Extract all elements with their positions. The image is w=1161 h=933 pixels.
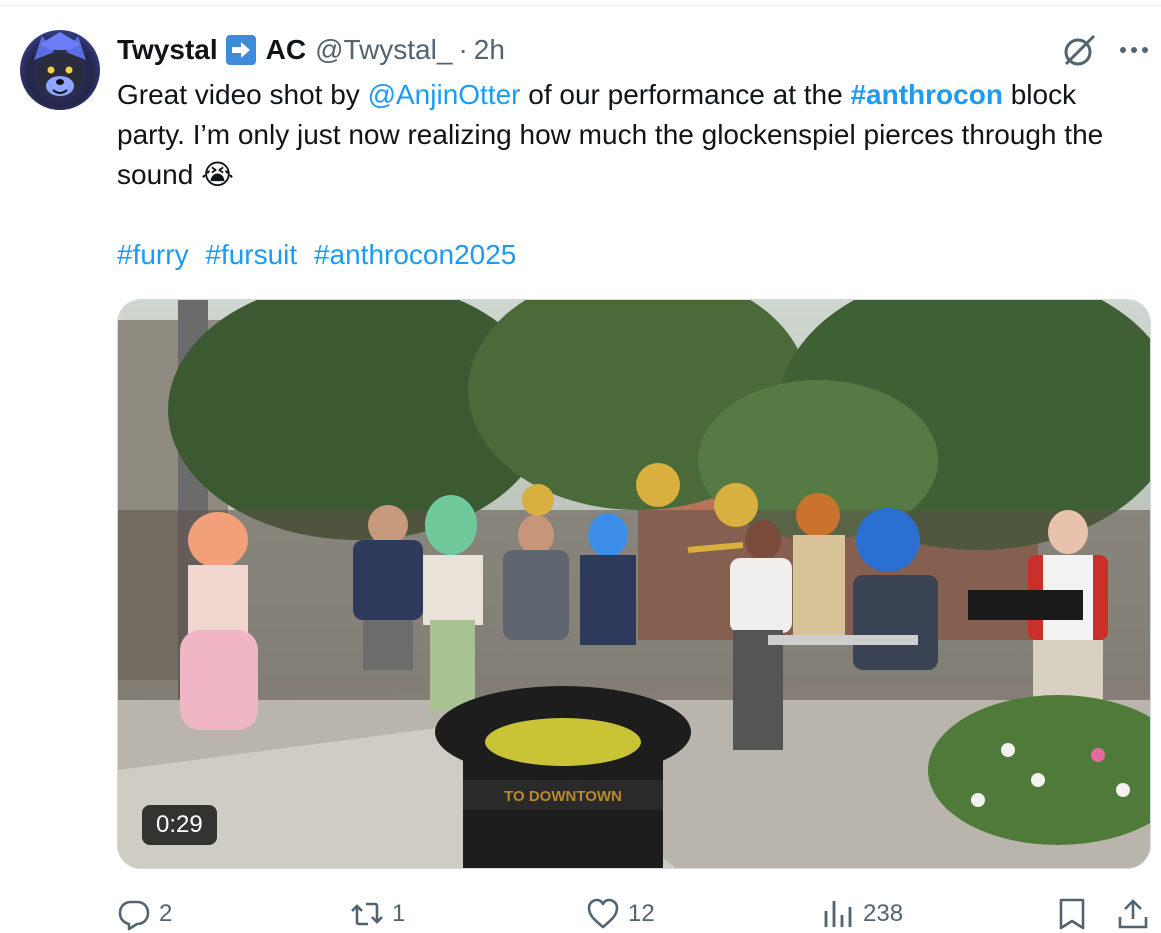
top-divider	[0, 5, 1161, 6]
reply-count: 2	[159, 900, 173, 927]
tweet-text-segment: Great video shot by	[117, 79, 368, 110]
views-icon	[824, 901, 852, 927]
share-button[interactable]	[1116, 890, 1150, 933]
hashtag-anthrocon[interactable]: #anthrocon	[850, 79, 1002, 110]
avatar-image	[34, 32, 86, 96]
performer-orange-fursuit	[793, 493, 845, 635]
bookmark-icon	[1059, 898, 1085, 930]
hashtag-furry[interactable]: #furry	[117, 239, 189, 270]
video-duration: 0:29	[142, 805, 217, 845]
tweet-timestamp[interactable]: 2h	[474, 34, 505, 66]
repost-icon	[351, 902, 383, 926]
trash-can-sign: TO DOWNTOWN	[504, 788, 622, 805]
view-count: 238	[863, 900, 904, 927]
tweet-text-segment: of our performance at the	[520, 79, 851, 110]
tweet-header: Twystal AC @Twystal_ · 2h	[117, 30, 505, 70]
video-player[interactable]: TO DOWNTOWN 0:29	[117, 299, 1151, 869]
views-button[interactable]: 238	[821, 890, 903, 933]
author-handle[interactable]: @Twystal_	[315, 34, 452, 66]
arrow-right-icon	[225, 35, 256, 65]
hashtag-anthrocon2025[interactable]: #anthrocon2025	[314, 239, 516, 270]
avatar[interactable]	[20, 30, 100, 110]
heart-icon	[587, 898, 619, 929]
more-icon[interactable]	[1117, 40, 1151, 60]
crying-face-emoji: 😭	[201, 159, 234, 190]
performer-blue-fursuit	[580, 513, 636, 645]
author-name[interactable]: Twystal	[117, 34, 218, 66]
like-count: 12	[628, 900, 655, 927]
hashtag-list: #furry #fursuit #anthrocon2025	[117, 235, 525, 275]
mention-link[interactable]: @AnjinOtter	[368, 79, 521, 110]
bookmark-button[interactable]	[1055, 890, 1089, 933]
performer-pink-fursuit	[180, 512, 258, 730]
trash-can: TO DOWNTOWN	[435, 686, 691, 868]
tweet-actions: 2 1 12 238	[0, 890, 1161, 933]
author-name-suffix[interactable]: AC	[266, 34, 306, 66]
reply-button[interactable]: 2	[117, 890, 172, 933]
share-icon	[1118, 899, 1148, 929]
like-button[interactable]: 12	[586, 890, 655, 933]
header-separator: ·	[458, 34, 468, 65]
tweet-text: Great video shot by @AnjinOtter of our p…	[117, 75, 1147, 195]
hashtag-fursuit[interactable]: #fursuit	[205, 239, 297, 270]
repost-count: 1	[392, 900, 406, 927]
repost-button[interactable]: 1	[350, 890, 405, 933]
performer-green-fursuit	[423, 495, 483, 710]
reply-icon	[118, 900, 150, 931]
grok-icon[interactable]	[1062, 32, 1098, 68]
video-thumbnail: TO DOWNTOWN	[118, 300, 1150, 868]
